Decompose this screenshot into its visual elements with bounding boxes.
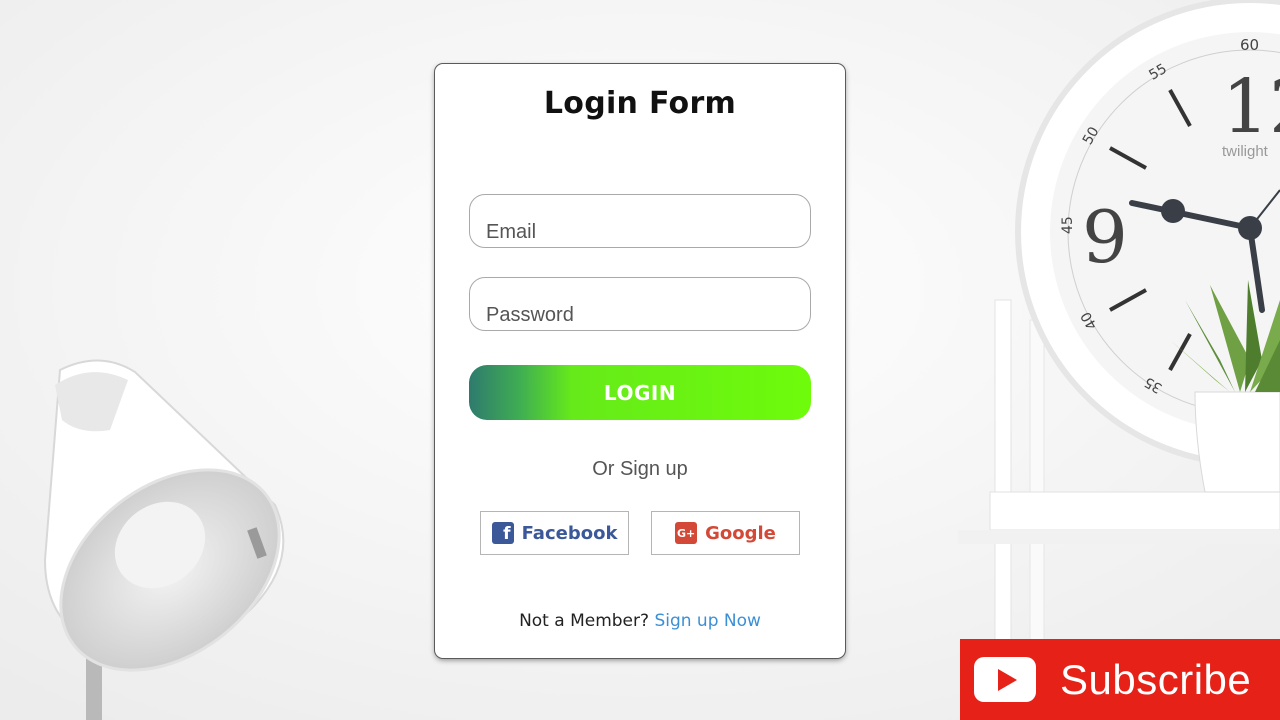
facebook-icon: f	[491, 522, 514, 544]
login-card: Login Form LOGIN Or Sign up f Facebook G…	[435, 64, 845, 658]
svg-text:twilight: twilight	[1222, 143, 1269, 160]
member-text: Not a Member?	[519, 611, 650, 631]
member-prompt: Not a Member? Sign up Now	[435, 611, 845, 631]
svg-text:60: 60	[1240, 36, 1259, 54]
sign-up-now-link[interactable]: Sign up Now	[654, 611, 760, 631]
google-label: Google	[705, 522, 776, 544]
facebook-button[interactable]: f Facebook	[480, 511, 629, 555]
youtube-play-icon	[974, 657, 1036, 702]
email-input[interactable]	[470, 195, 810, 247]
facebook-label: Facebook	[521, 522, 618, 544]
form-title: Login Form	[543, 86, 737, 121]
google-button[interactable]: G+ Google	[651, 511, 800, 555]
password-input[interactable]	[470, 278, 810, 330]
password-field-wrapper	[469, 277, 811, 331]
email-field-wrapper	[469, 194, 811, 248]
subscribe-button[interactable]: Subscribe	[960, 639, 1280, 720]
svg-text:9: 9	[1082, 195, 1128, 279]
subscribe-label: Subscribe	[1060, 655, 1252, 703]
svg-text:12: 12	[1222, 64, 1280, 150]
svg-text:45: 45	[1060, 216, 1076, 234]
login-button[interactable]: LOGIN	[469, 365, 811, 420]
google-plus-icon: G+	[675, 522, 698, 544]
or-sign-up-text: Or Sign up	[592, 458, 688, 480]
